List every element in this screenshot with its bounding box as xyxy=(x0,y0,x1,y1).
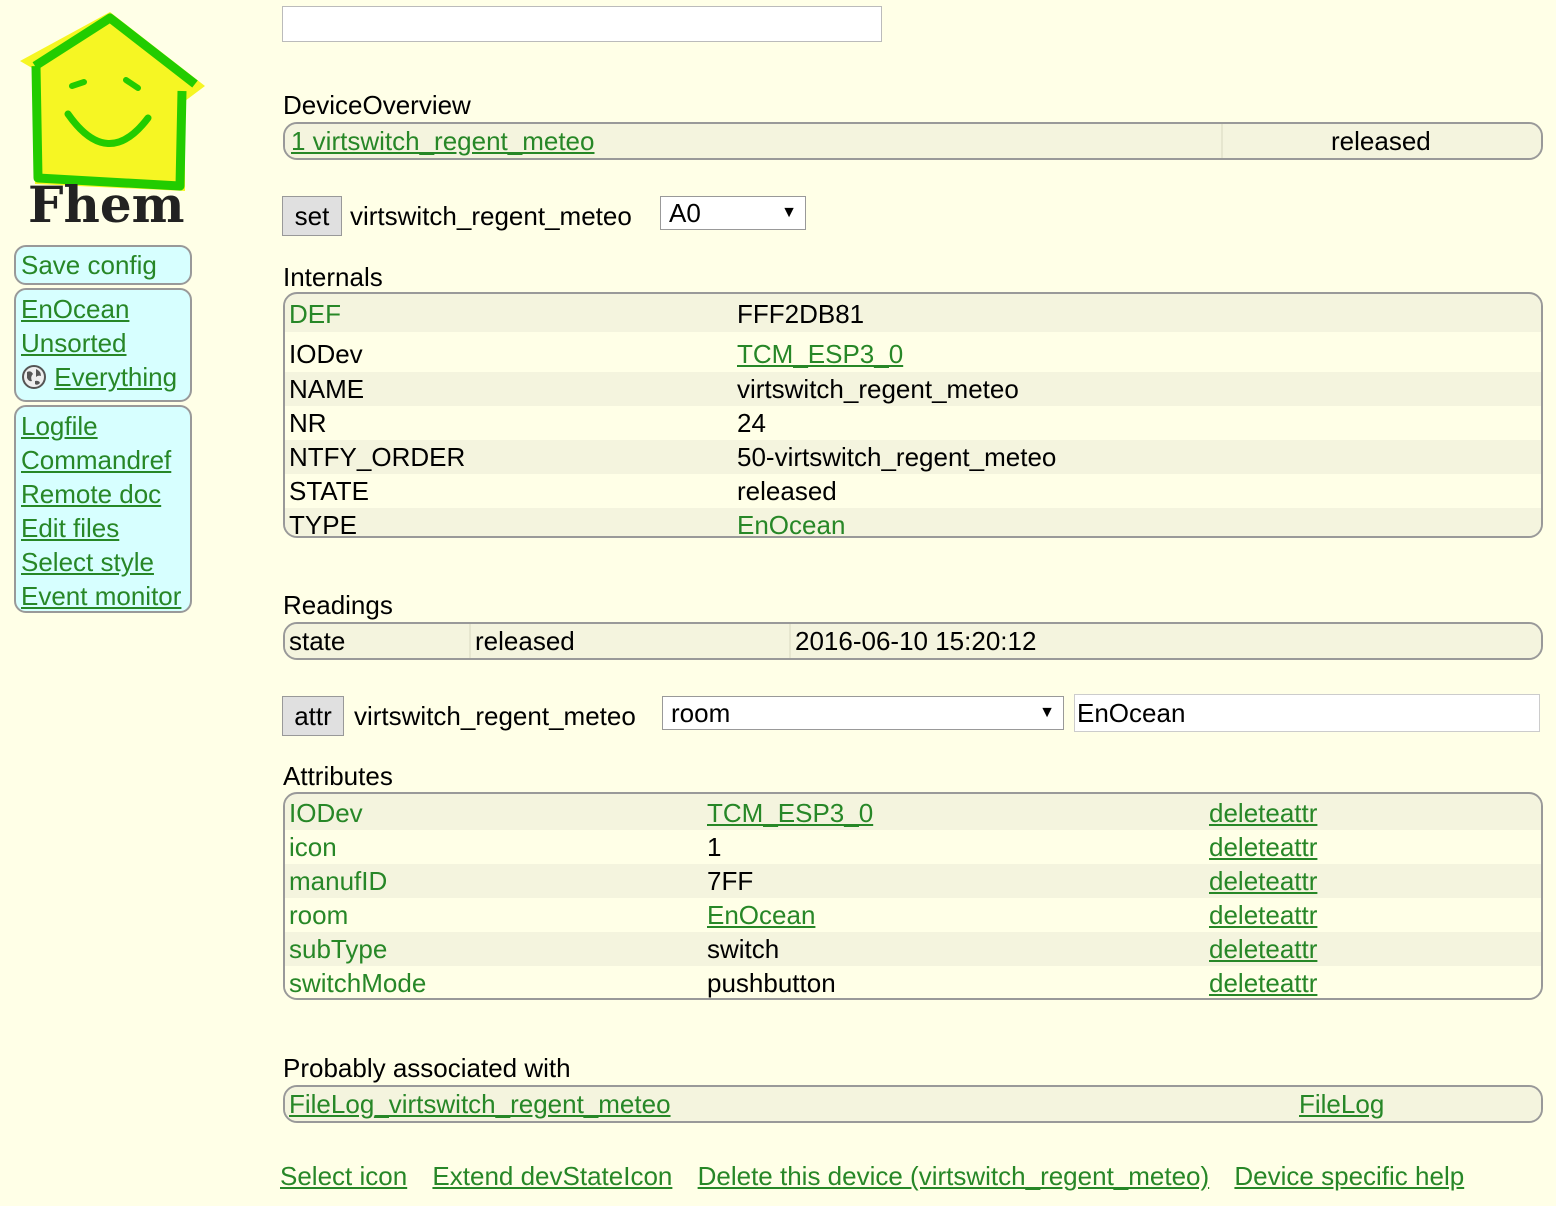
attr-value-input[interactable]: EnOcean xyxy=(1074,694,1540,732)
delete-device-link[interactable]: Delete this device (virtswitch_regent_me… xyxy=(698,1161,1210,1191)
reading-name: state xyxy=(289,626,346,656)
table-row: NTFY_ORDER 50-virtswitch_regent_meteo xyxy=(285,440,1541,474)
table-row: DEF FFF2DB81 xyxy=(285,296,1541,332)
table-row: FileLog_virtswitch_regent_meteo FileLog xyxy=(285,1087,1541,1121)
internals-table: DEF FFF2DB81 IODev TCM_ESP3_0 NAME virts… xyxy=(283,292,1543,538)
attr-name-select[interactable]: room ▼ xyxy=(662,696,1064,730)
attr-value-link[interactable]: TCM_ESP3_0 xyxy=(707,796,873,830)
set-device-name: virtswitch_regent_meteo xyxy=(350,201,632,231)
internal-value: released xyxy=(737,476,837,506)
attr-key: IODev xyxy=(289,798,363,828)
table-row: NR 24 xyxy=(285,406,1541,440)
internal-key: IODev xyxy=(289,339,363,369)
room-link-enocean[interactable]: EnOcean xyxy=(21,292,185,326)
set-value-select[interactable]: A0 ▼ xyxy=(660,196,806,230)
room-link-everything[interactable]: Everything xyxy=(54,362,177,392)
select-icon-link[interactable]: Select icon xyxy=(280,1161,407,1191)
table-row: TYPE EnOcean xyxy=(285,508,1541,538)
internal-value: virtswitch_regent_meteo xyxy=(737,374,1019,404)
table-row: icon 1 deleteattr xyxy=(285,830,1541,864)
device-overview-table: 1 virtswitch_regent_meteo released xyxy=(283,122,1543,160)
attr-value: 1 xyxy=(707,832,722,862)
save-config-menu: Save config xyxy=(14,245,192,285)
attr-key: manufID xyxy=(289,866,388,896)
attributes-table: IODev TCM_ESP3_0 deleteattr icon 1 delet… xyxy=(283,792,1543,1000)
internals-title: Internals xyxy=(283,262,383,292)
chevron-down-icon: ▼ xyxy=(781,204,797,221)
internal-key: NAME xyxy=(289,374,365,404)
device-actions: Select icon Extend devStateIcon Delete t… xyxy=(280,1158,1482,1194)
attr-button[interactable]: attr xyxy=(282,696,344,736)
device-help-link[interactable]: Device specific help xyxy=(1234,1161,1464,1191)
table-row: room EnOcean deleteattr xyxy=(285,898,1541,932)
tools-menu: Logfile Commandref Remote doc Edit files… xyxy=(14,405,192,613)
deleteattr-link[interactable]: deleteattr xyxy=(1209,966,1317,998)
internal-key: DEF xyxy=(289,299,341,329)
associated-title: Probably associated with xyxy=(283,1053,571,1083)
table-row: switchMode pushbutton deleteattr xyxy=(285,966,1541,998)
device-overview-row: 1 virtswitch_regent_meteo released xyxy=(285,124,1541,158)
menu-edit-files[interactable]: Edit files xyxy=(21,511,185,545)
internal-key: NTFY_ORDER xyxy=(289,442,466,472)
svg-text:Fhem: Fhem xyxy=(28,175,185,231)
internal-value-link[interactable]: EnOcean xyxy=(737,508,845,536)
table-row: state released 2016-06-10 15:20:12 xyxy=(285,624,1541,658)
menu-event-monitor[interactable]: Event monitor xyxy=(21,579,185,613)
attr-key: icon xyxy=(289,832,337,862)
associated-type-link[interactable]: FileLog xyxy=(1299,1087,1384,1121)
menu-commandref[interactable]: Commandref xyxy=(21,443,185,477)
attributes-title: Attributes xyxy=(283,761,393,791)
readings-table: state released 2016-06-10 15:20:12 xyxy=(283,622,1543,660)
deleteattr-link[interactable]: deleteattr xyxy=(1209,796,1317,830)
reading-timestamp: 2016-06-10 15:20:12 xyxy=(795,626,1037,656)
associated-device-link[interactable]: FileLog_virtswitch_regent_meteo xyxy=(289,1087,671,1121)
table-row: NAME virtswitch_regent_meteo xyxy=(285,372,1541,406)
attr-value: switch xyxy=(707,934,780,964)
room-link-unsorted[interactable]: Unsorted xyxy=(21,326,185,360)
menu-remote-doc[interactable]: Remote doc xyxy=(21,477,185,511)
device-overview-link[interactable]: 1 virtswitch_regent_meteo xyxy=(291,124,594,158)
table-row: STATE released xyxy=(285,474,1541,508)
internal-key: TYPE xyxy=(289,510,357,538)
table-row: manufID 7FF deleteattr xyxy=(285,864,1541,898)
menu-select-style[interactable]: Select style xyxy=(21,545,185,579)
internal-value: 24 xyxy=(737,408,766,438)
internal-key: STATE xyxy=(289,476,369,506)
extend-devstateicon-link[interactable]: Extend devStateIcon xyxy=(432,1161,672,1191)
internal-value: 50-virtswitch_regent_meteo xyxy=(737,442,1057,472)
table-row: IODev TCM_ESP3_0 deleteattr xyxy=(285,796,1541,830)
internal-value-link[interactable]: TCM_ESP3_0 xyxy=(737,332,903,376)
deleteattr-link[interactable]: deleteattr xyxy=(1209,830,1317,864)
internal-value: FFF2DB81 xyxy=(737,299,865,329)
fhem-logo[interactable]: Fhem xyxy=(10,6,210,234)
readings-title: Readings xyxy=(283,590,393,620)
room-link-everything-row[interactable]: Everything xyxy=(21,360,185,394)
set-value-selected: A0 xyxy=(669,198,701,228)
table-row: IODev TCM_ESP3_0 xyxy=(285,332,1541,372)
chevron-down-icon: ▼ xyxy=(1039,704,1055,721)
deleteattr-link[interactable]: deleteattr xyxy=(1209,932,1317,966)
attr-value: pushbutton xyxy=(707,968,836,998)
globe-icon xyxy=(22,365,46,389)
internal-key: NR xyxy=(289,408,327,438)
attr-device-name: virtswitch_regent_meteo xyxy=(354,701,636,731)
reading-value: released xyxy=(475,626,575,656)
device-overview-title: DeviceOverview xyxy=(283,90,471,120)
associated-table: FileLog_virtswitch_regent_meteo FileLog xyxy=(283,1085,1543,1123)
attr-key: room xyxy=(289,900,349,930)
save-config-button[interactable]: Save config xyxy=(21,247,185,283)
attr-value: 7FF xyxy=(707,866,754,896)
deleteattr-link[interactable]: deleteattr xyxy=(1209,898,1317,932)
deleteattr-link[interactable]: deleteattr xyxy=(1209,864,1317,898)
attr-name-selected: room xyxy=(671,698,731,728)
device-overview-state[interactable]: released xyxy=(1331,124,1431,158)
table-row: subType switch deleteattr xyxy=(285,932,1541,966)
attr-key: switchMode xyxy=(289,968,427,998)
set-button[interactable]: set xyxy=(282,196,342,236)
attr-value-link[interactable]: EnOcean xyxy=(707,898,815,932)
room-menu: EnOcean Unsorted Everything xyxy=(14,288,192,402)
attr-key: subType xyxy=(289,934,388,964)
menu-logfile[interactable]: Logfile xyxy=(21,409,185,443)
command-input[interactable] xyxy=(282,6,882,42)
